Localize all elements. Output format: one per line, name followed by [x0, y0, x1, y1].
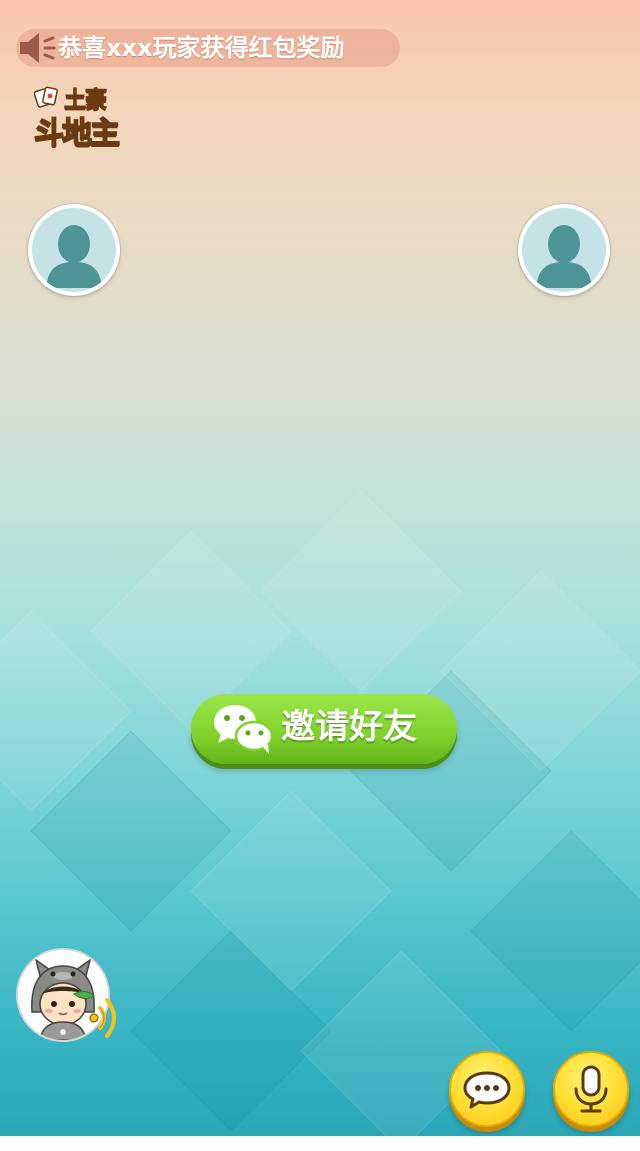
game-logo: 土豪 斗地主: [30, 80, 132, 152]
chat-button[interactable]: [449, 1051, 525, 1127]
logo-title-main: 斗地主: [33, 115, 121, 152]
wechat-icon: [214, 705, 274, 754]
invite-friends-button[interactable]: 邀请好友: [191, 694, 457, 764]
bg-diamond: [260, 490, 462, 692]
notice-text: 恭喜xxx玩家获得红包奖励: [58, 34, 345, 62]
player-avatar-right[interactable]: [518, 204, 610, 296]
default-avatar-icon: [536, 225, 592, 288]
player-avatar-left[interactable]: [28, 204, 120, 296]
chat-bubble-icon: [463, 1071, 511, 1109]
playing-cards-icon: [34, 86, 58, 108]
invite-friends-label: 邀请好友: [281, 707, 417, 747]
microphone-button[interactable]: [553, 1051, 629, 1127]
default-avatar-icon: [46, 225, 102, 288]
microphone-icon: [574, 1065, 608, 1113]
notice-marquee: 恭喜xxx玩家获得红包奖励: [16, 29, 400, 67]
bg-diamond: [470, 830, 640, 1032]
speaker-icon: [20, 33, 56, 63]
sound-waves-icon: [89, 998, 116, 1038]
